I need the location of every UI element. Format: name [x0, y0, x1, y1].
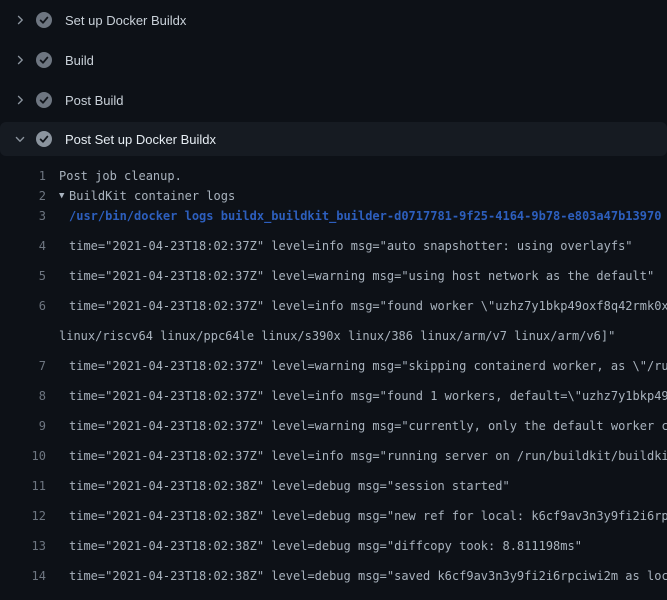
log-line: 8 time="2021-04-23T18:02:37Z" level=info … [0, 376, 667, 406]
log-line: 11 time="2021-04-23T18:02:38Z" level=debu… [0, 466, 667, 496]
log-line-number[interactable]: 13 [0, 536, 46, 556]
chevron-right-icon [12, 52, 28, 68]
log-line-text: time="2021-04-23T18:02:38Z" level=debug … [69, 476, 510, 496]
log-area: 1 Post job cleanup. 2 ▼BuildKit container l… [0, 156, 667, 600]
log-line-text: linux/riscv64 linux/ppc64le linux/s390x … [59, 326, 615, 346]
log-line: 9 time="2021-04-23T18:02:37Z" level=warni… [0, 406, 667, 436]
log-line-text: time="2021-04-23T18:02:37Z" level=info m… [69, 296, 667, 316]
log-line-number[interactable]: 4 [0, 236, 46, 256]
log-line-number[interactable]: 9 [0, 416, 46, 436]
steps-list: Set up Docker Buildx Build Post Build Post … [0, 0, 667, 156]
log-line: 13 time="2021-04-23T18:02:38Z" level=debu… [0, 526, 667, 556]
log-line: 14 time="2021-04-23T18:02:38Z" level=debu… [0, 556, 667, 586]
log-line-text: time="2021-04-23T18:02:37Z" level=warnin… [69, 266, 654, 286]
log-line-text: time="2021-04-23T18:02:37Z" level=info m… [69, 386, 667, 406]
step-label: Build [65, 53, 94, 68]
log-line-number[interactable]: 10 [0, 446, 46, 466]
log-line-number[interactable]: 7 [0, 356, 46, 376]
log-line-text: Post job cleanup. [59, 166, 182, 186]
actions-log-viewer: Set up Docker Buildx Build Post Build Post … [0, 0, 667, 600]
log-line-text: time="2021-04-23T18:02:37Z" level=info m… [69, 236, 633, 256]
log-line-number[interactable]: 8 [0, 386, 46, 406]
log-line-text: time="2021-04-23T18:02:37Z" level=warnin… [69, 416, 667, 436]
triangle-down-icon: ▼ [59, 186, 69, 206]
log-line: 2 ▼BuildKit container logs [0, 186, 667, 206]
log-line-text: time="2021-04-23T18:02:38Z" level=debug … [69, 566, 667, 586]
log-line-number[interactable]: 14 [0, 566, 46, 586]
log-line-text: time="2021-04-23T18:02:38Z" level=debug … [69, 596, 667, 600]
log-line: 1 Post job cleanup. [0, 166, 667, 186]
log-line-number[interactable]: 11 [0, 476, 46, 496]
step-label: Post Set up Docker Buildx [65, 132, 216, 147]
log-line-continuation: linux/riscv64 linux/ppc64le linux/s390x … [0, 316, 667, 346]
log-line-text: time="2021-04-23T18:02:37Z" level=info m… [69, 446, 667, 466]
check-circle-icon [36, 92, 52, 108]
check-circle-icon [36, 12, 52, 28]
chevron-right-icon [12, 12, 28, 28]
log-line: 3/usr/bin/docker logs buildx_buildkit_bu… [0, 206, 667, 226]
step-row-post-build[interactable]: Post Build [0, 80, 667, 120]
log-line: 10 time="2021-04-23T18:02:37Z" level=info… [0, 436, 667, 466]
log-line-number[interactable]: 6 [0, 296, 46, 316]
log-line-number [0, 326, 46, 346]
step-row-post-set-up-docker-buildx[interactable]: Post Set up Docker Buildx [0, 122, 667, 156]
log-line-text[interactable]: BuildKit container logs [69, 186, 235, 206]
step-label: Post Build [65, 93, 124, 108]
chevron-right-icon [12, 92, 28, 108]
log-command-text: /usr/bin/docker logs buildx_buildkit_bui… [69, 206, 661, 226]
log-line-text: time="2021-04-23T18:02:37Z" level=warnin… [69, 356, 667, 376]
chevron-down-icon [12, 131, 28, 147]
log-line: 12 time="2021-04-23T18:02:38Z" level=debu… [0, 496, 667, 526]
log-line-number[interactable]: 2 [0, 186, 46, 206]
check-circle-icon [36, 131, 52, 147]
log-line-text: time="2021-04-23T18:02:38Z" level=debug … [69, 536, 582, 556]
log-line: 4 time="2021-04-23T18:02:37Z" level=info … [0, 226, 667, 256]
step-label: Set up Docker Buildx [65, 13, 186, 28]
log-line-number[interactable]: 5 [0, 266, 46, 286]
log-line: 5 time="2021-04-23T18:02:37Z" level=warni… [0, 256, 667, 286]
log-line-number[interactable]: 15 [0, 596, 46, 600]
log-line-number[interactable]: 3 [0, 206, 46, 226]
log-line-text: time="2021-04-23T18:02:38Z" level=debug … [69, 506, 667, 526]
step-row-set-up-docker-buildx[interactable]: Set up Docker Buildx [0, 0, 667, 40]
log-line: 15 time="2021-04-23T18:02:38Z" level=debu… [0, 586, 667, 600]
check-circle-icon [36, 52, 52, 68]
log-line-number[interactable]: 1 [0, 166, 46, 186]
log-line-number[interactable]: 12 [0, 506, 46, 526]
step-row-build[interactable]: Build [0, 40, 667, 80]
log-line: 7 time="2021-04-23T18:02:37Z" level=warni… [0, 346, 667, 376]
log-line: 6 time="2021-04-23T18:02:37Z" level=info … [0, 286, 667, 316]
